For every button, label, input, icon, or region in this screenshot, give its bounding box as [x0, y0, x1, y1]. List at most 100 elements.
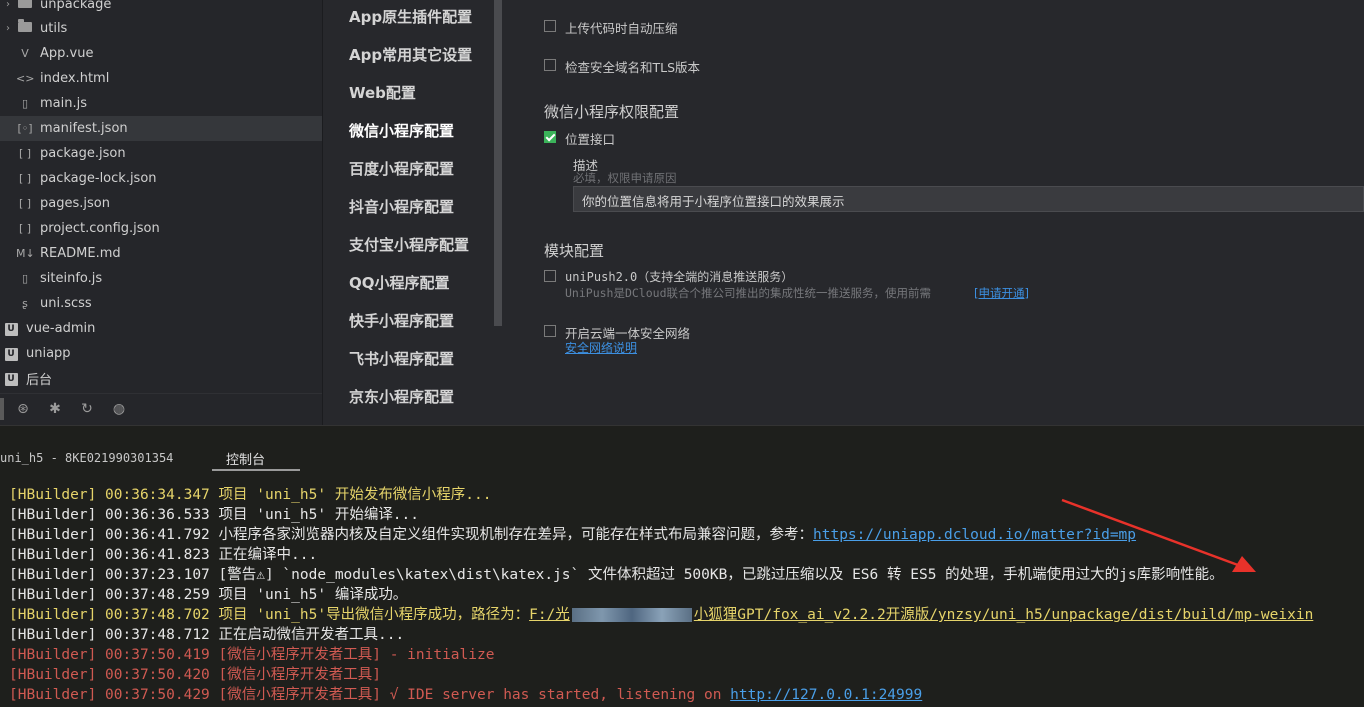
output-path-link[interactable]: 小狐狸GPT/fox_ai_v2.2.2开源版/ynzsy/uni_h5/unp…: [694, 607, 1314, 623]
manifest-config-nav: App原生插件配置 App常用其它设置 Web配置 微信小程序配置 百度小程序配…: [322, 0, 503, 425]
html-file-icon: <>: [16, 72, 35, 85]
tree-item-app-vue[interactable]: V App.vue: [0, 41, 322, 66]
folder-icon: [16, 19, 34, 35]
log-line: [HBuilder] 00:36:36.533 项目 'uni_h5' 开始编译…: [9, 507, 420, 523]
project-icon: U: [2, 371, 20, 386]
nav-item-web[interactable]: Web配置: [349, 82, 416, 103]
unipush-description: UniPush是DCloud联合个推公司推出的集成性统一推送服务，使用前需: [565, 286, 932, 300]
tree-item-unpackage[interactable]: › unpackage: [0, 0, 322, 17]
location-label: 位置接口: [565, 132, 616, 147]
nav-item-baidu[interactable]: 百度小程序配置: [349, 158, 454, 179]
chevron-right-icon[interactable]: ›: [0, 23, 16, 34]
chevron-right-icon[interactable]: ›: [0, 0, 16, 10]
log-line: [HBuilder] 00:37:50.419 [微信小程序开发者工具] - i…: [9, 647, 495, 663]
tree-item-label: utils: [40, 21, 68, 36]
json-file-icon: [ ]: [18, 172, 32, 185]
tab-device-log[interactable]: uni_h5 - 8KE021990301354: [0, 451, 173, 465]
folder-icon: [16, 0, 34, 11]
nav-item-douyin[interactable]: 抖音小程序配置: [349, 196, 454, 217]
log-line: [HBuilder] 00:36:41.823 正在编译中...: [9, 547, 318, 563]
nav-item-qq[interactable]: QQ小程序配置: [349, 272, 450, 293]
tree-item-label: project.config.json: [40, 221, 160, 236]
upload-compress-checkbox[interactable]: [544, 20, 556, 32]
tree-item-manifest-json[interactable]: [◦] manifest.json: [0, 116, 322, 141]
nav-item-app-other[interactable]: App常用其它设置: [349, 44, 472, 65]
redacted-path-blur: [571, 608, 692, 622]
tree-toolbar: ⊛ ✱ ↻ ◍: [0, 393, 322, 424]
tree-item-label: package-lock.json: [40, 171, 157, 186]
log-line: [HBuilder] 00:36:41.792 小程序各家浏览器内核及自定义组件…: [9, 527, 1137, 543]
globe-icon[interactable]: ◍: [110, 400, 128, 418]
nav-item-feishu[interactable]: 飞书小程序配置: [349, 348, 454, 369]
tree-item-label: manifest.json: [40, 121, 128, 136]
project-icon: U: [2, 321, 20, 336]
tree-item-package-json[interactable]: [ ] package.json: [0, 141, 322, 166]
tree-item-label: vue-admin: [26, 321, 96, 336]
location-checkbox[interactable]: [544, 131, 556, 143]
active-tab-indicator: [212, 469, 300, 471]
upload-compress-label: 上传代码时自动压缩: [565, 21, 678, 36]
description-input[interactable]: 你的位置信息将用于小程序位置接口的效果展示: [573, 186, 1364, 212]
tab-console[interactable]: 控制台: [226, 449, 265, 468]
json-file-icon: [ ]: [18, 222, 32, 235]
binoculars-icon[interactable]: ⊛: [14, 400, 32, 418]
tree-item-siteinfo-js[interactable]: ▯ siteinfo.js: [0, 266, 322, 291]
unipush-checkbox[interactable]: [544, 270, 556, 282]
console-tabbar: uni_h5 - 8KE021990301354 控制台: [0, 426, 1364, 471]
project-icon: U: [2, 346, 20, 361]
security-network-checkbox[interactable]: [544, 325, 556, 337]
tree-item-uniapp[interactable]: U uniapp: [0, 341, 322, 366]
tree-item-label: uniapp: [26, 346, 71, 361]
nav-item-kuaishou[interactable]: 快手小程序配置: [349, 310, 454, 331]
nav-item-jd[interactable]: 京东小程序配置: [349, 386, 454, 407]
log-line: [HBuilder] 00:37:48.259 项目 'uni_h5' 编译成功…: [9, 587, 408, 603]
log-line: [HBuilder] 00:37:48.702 项目 'uni_h5'导出微信小…: [9, 607, 1314, 623]
tree-item-main-js[interactable]: ▯ main.js: [0, 91, 322, 116]
js-file-icon: ▯: [21, 272, 29, 285]
unipush-label: uniPush2.0（支持全端的消息推送服务）: [565, 270, 794, 284]
nav-item-weixin[interactable]: 微信小程序配置: [349, 120, 454, 141]
nav-item-app-native-plugin[interactable]: App原生插件配置: [349, 6, 472, 27]
log-line: [HBuilder] 00:37:50.420 [微信小程序开发者工具]: [9, 667, 381, 683]
unipush-apply-link[interactable]: [申请开通]: [974, 285, 1029, 301]
tree-item-label: unpackage: [40, 0, 112, 12]
security-network-link[interactable]: 安全网络说明: [565, 339, 637, 356]
tree-item-uni-scss[interactable]: ʂ uni.scss: [0, 291, 322, 316]
vue-file-icon: V: [21, 47, 29, 60]
tree-item-pages-json[interactable]: [ ] pages.json: [0, 191, 322, 216]
tree-item-vue-admin[interactable]: U vue-admin: [0, 316, 322, 341]
ide-server-link[interactable]: http://127.0.0.1:24999: [730, 687, 922, 703]
output-path-link[interactable]: F:/光: [529, 607, 570, 623]
tree-item-label: uni.scss: [40, 296, 92, 311]
tree-item-label: package.json: [40, 146, 126, 161]
tree-item-label: index.html: [40, 71, 110, 86]
scss-file-icon: ʂ: [22, 297, 28, 310]
log-line: [HBuilder] 00:37:48.712 正在启动微信开发者工具...: [9, 627, 405, 643]
tree-item-utils[interactable]: › utils: [0, 16, 322, 41]
tree-item-readme-md[interactable]: M↓ README.md: [0, 241, 322, 266]
tree-item-houtai[interactable]: U 后台: [0, 366, 322, 391]
tree-item-project-config-json[interactable]: [ ] project.config.json: [0, 216, 322, 241]
refresh-icon[interactable]: ↻: [78, 400, 96, 418]
tree-item-label: README.md: [40, 246, 121, 261]
tree-item-label: pages.json: [40, 196, 110, 211]
log-line: [HBuilder] 00:37:23.107 [警告⚠] `node_modu…: [9, 567, 1224, 583]
tree-item-package-lock-json[interactable]: [ ] package-lock.json: [0, 166, 322, 191]
manifest-file-icon: [◦]: [17, 122, 33, 135]
check-domain-checkbox[interactable]: [544, 59, 556, 71]
tree-item-label: main.js: [40, 96, 87, 111]
js-file-icon: ▯: [21, 97, 29, 110]
nav-item-alipay[interactable]: 支付宝小程序配置: [349, 234, 469, 255]
nav-scrollbar[interactable]: [494, 0, 502, 326]
log-line: [HBuilder] 00:37:50.429 [微信小程序开发者工具] √ I…: [9, 687, 923, 703]
markdown-file-icon: M↓: [16, 247, 35, 260]
json-file-icon: [ ]: [18, 147, 32, 160]
tree-item-index-html[interactable]: <> index.html: [0, 66, 322, 91]
tree-item-label: siteinfo.js: [40, 271, 103, 286]
tree-item-label: 后台: [26, 373, 53, 388]
bug-icon[interactable]: ✱: [46, 400, 64, 418]
annotation-arrow-icon: [1061, 498, 1256, 572]
module-heading: 模块配置: [544, 242, 605, 260]
panel-edge: [0, 398, 4, 420]
check-domain-label: 检查安全域名和TLS版本: [565, 60, 701, 75]
